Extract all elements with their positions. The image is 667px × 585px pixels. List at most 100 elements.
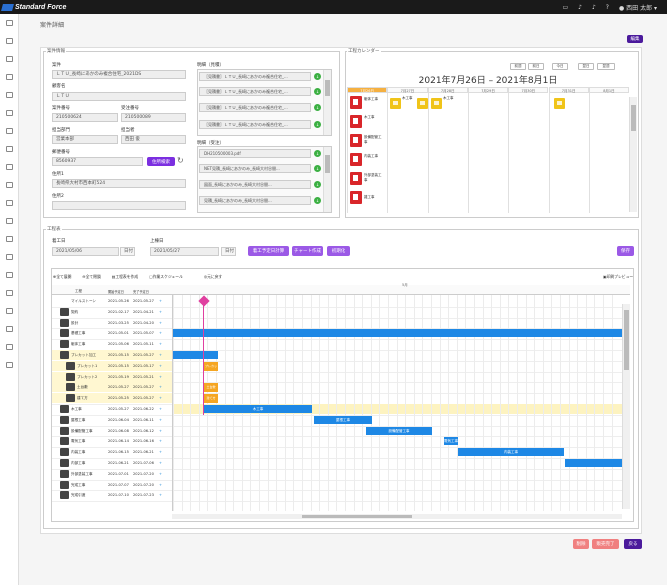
calendar-day-column[interactable]: [387, 93, 389, 213]
estimate-item[interactable]: ［見積書］ＬＴＵ_長崎にあかのみ複合住宅_...: [199, 87, 311, 96]
subtask-bar[interactable]: プレカット: [204, 361, 218, 377]
collapse-all-button[interactable]: ⊖全て閉鎖: [82, 274, 100, 280]
add-task-icon[interactable]: +: [159, 299, 162, 303]
project-name-field[interactable]: ＬＴＵ_長崎にあかのみ複合住宅_2021DS: [52, 70, 186, 79]
gantt-row[interactable]: 建て方 2021-05-25 2021-05-27 +: [52, 393, 172, 404]
back-button[interactable]: 戻る: [624, 539, 642, 549]
gantt-row[interactable]: プレカット2 2021-05-19 2021-05-21 +: [52, 371, 172, 382]
download-icon[interactable]: ↓: [314, 165, 321, 172]
gantt-bar[interactable]: 屋根工事: [314, 415, 372, 424]
prev-day-button[interactable]: 前日: [528, 63, 544, 70]
gantt-row[interactable]: プレカット1 2021-05-15 2021-05-17 +: [52, 360, 172, 371]
construction-icon[interactable]: [350, 172, 362, 185]
calendar-day-column[interactable]: [548, 93, 550, 213]
orders-scrollbar[interactable]: [323, 147, 331, 212]
add-task-icon[interactable]: +: [159, 439, 162, 443]
calendar-day-column[interactable]: [508, 93, 510, 213]
postal-search-button[interactable]: 住所検索: [147, 157, 175, 166]
calendar-icon[interactable]: [6, 56, 13, 62]
start-date-field[interactable]: 2021/05/06: [52, 247, 119, 256]
order-item[interactable]: NET見積_長崎にあかのみ_長崎大村谷間...: [199, 164, 311, 173]
end-date-field[interactable]: 2021/05/27: [150, 247, 219, 256]
add-task-icon[interactable]: +: [159, 483, 162, 487]
user-icon[interactable]: [6, 20, 13, 26]
truck-icon[interactable]: [417, 98, 428, 109]
user-icon[interactable]: [6, 182, 13, 188]
today-button[interactable]: 今日: [552, 63, 568, 70]
folder-icon[interactable]: [6, 362, 13, 368]
gantt-bar[interactable]: [172, 351, 218, 359]
refresh-icon[interactable]: ↻: [177, 156, 184, 165]
folder-icon[interactable]: [6, 110, 13, 116]
download-icon[interactable]: ↓: [314, 181, 321, 188]
gantt-row[interactable]: 電気工事 2021-06-14 2021-06-16 +: [52, 436, 172, 446]
gantt-row[interactable]: 内装工事 2021-06-15 2021-06-21 +: [52, 447, 172, 457]
reset-button[interactable]: 初期化: [327, 246, 350, 256]
calendar-day-column[interactable]: [588, 93, 590, 213]
order-no-field[interactable]: 210500089: [121, 113, 186, 122]
gantt-row[interactable]: 基礎工事 2021-05-01 2021-05-07 +: [52, 328, 172, 338]
calendar-scrollbar[interactable]: [629, 97, 637, 212]
add-task-icon[interactable]: +: [159, 364, 162, 368]
add-task-icon[interactable]: +: [159, 310, 162, 314]
next-day-button[interactable]: 翌日: [578, 63, 594, 70]
postal-field[interactable]: 8560937: [52, 157, 143, 166]
construction-icon[interactable]: [350, 96, 362, 109]
estimates-scrollbar[interactable]: [323, 70, 331, 135]
construction-icon[interactable]: [350, 134, 362, 147]
dept-field[interactable]: 営業本部: [52, 135, 118, 144]
document-icon[interactable]: [6, 344, 13, 350]
work-schedule-button[interactable]: ▢作業スケジュール: [149, 274, 183, 280]
user-menu[interactable]: ● 西田 太郎 ▾: [619, 3, 657, 12]
calendar-day-header[interactable]: 7月28日: [427, 87, 468, 93]
gantt-bar[interactable]: 木工事: [204, 405, 312, 413]
add-task-icon[interactable]: +: [159, 450, 162, 454]
subtask-bar[interactable]: 建て方: [204, 394, 218, 404]
order-item[interactable]: 見積_長崎にあかのみ_長崎大村谷間...: [199, 196, 311, 205]
add-task-icon[interactable]: +: [159, 396, 162, 400]
staff-field[interactable]: 西田 俊: [121, 135, 186, 144]
list-icon[interactable]: [6, 236, 13, 242]
building-icon[interactable]: [6, 200, 13, 206]
add-task-icon[interactable]: +: [159, 461, 162, 465]
add-task-icon[interactable]: +: [159, 342, 162, 346]
tool-icon[interactable]: [6, 254, 13, 260]
clipboard-icon[interactable]: [6, 38, 13, 44]
gantt-row[interactable]: 木工事 2021-05-27 2021-06-22 +: [52, 404, 172, 414]
gantt-row[interactable]: 屋根工事 2021-06-04 2021-06-11 +: [52, 415, 172, 425]
gantt-scrollbar-v[interactable]: [622, 304, 630, 509]
addr2-field[interactable]: [52, 201, 186, 210]
add-task-icon[interactable]: +: [159, 472, 162, 476]
calendar-day-column[interactable]: [467, 93, 469, 213]
subtask-bar[interactable]: 土台敷: [204, 383, 218, 393]
download-icon[interactable]: ↓: [314, 121, 321, 128]
project-no-field[interactable]: 210500624: [52, 113, 118, 122]
complete-button[interactable]: 販売完了: [592, 539, 619, 549]
prev-week-button[interactable]: 前週: [510, 63, 526, 70]
calendar-day-header[interactable]: 8月1日: [588, 87, 630, 93]
construction-icon[interactable]: [350, 115, 362, 128]
sync-icon[interactable]: ▭: [562, 4, 568, 11]
add-task-icon[interactable]: +: [159, 375, 162, 379]
calendar-day-header[interactable]: 7月29日: [467, 87, 509, 93]
brand-logo[interactable]: Standard Force: [1, 2, 66, 12]
undo-button[interactable]: ◎元に戻す: [204, 274, 223, 280]
gear-icon[interactable]: [6, 164, 13, 170]
estimate-item[interactable]: ［見積書］ＬＴＵ_長崎にあかのみ複合住宅_...: [199, 120, 311, 129]
calendar-day-column[interactable]: [347, 93, 348, 213]
crane-icon[interactable]: [554, 98, 565, 109]
gantt-row[interactable]: 設計 2021-03-25 2021-04-20 +: [52, 318, 172, 328]
calc-start-button[interactable]: 着工予定日計算: [248, 246, 289, 256]
add-task-icon[interactable]: +: [159, 418, 162, 422]
camera-icon[interactable]: [6, 218, 13, 224]
download-icon[interactable]: ↓: [314, 197, 321, 204]
add-task-icon[interactable]: +: [159, 493, 162, 497]
add-task-icon[interactable]: +: [159, 407, 162, 411]
print-preview-button[interactable]: ▣印刷プレビュー: [603, 274, 633, 280]
download-icon[interactable]: ↓: [314, 88, 321, 95]
create-chart-button[interactable]: チャート作成: [292, 246, 323, 256]
download-icon[interactable]: ↓: [314, 73, 321, 80]
book-icon[interactable]: [6, 326, 13, 332]
mail-icon[interactable]: [6, 272, 13, 278]
add-task-icon[interactable]: +: [159, 331, 162, 335]
